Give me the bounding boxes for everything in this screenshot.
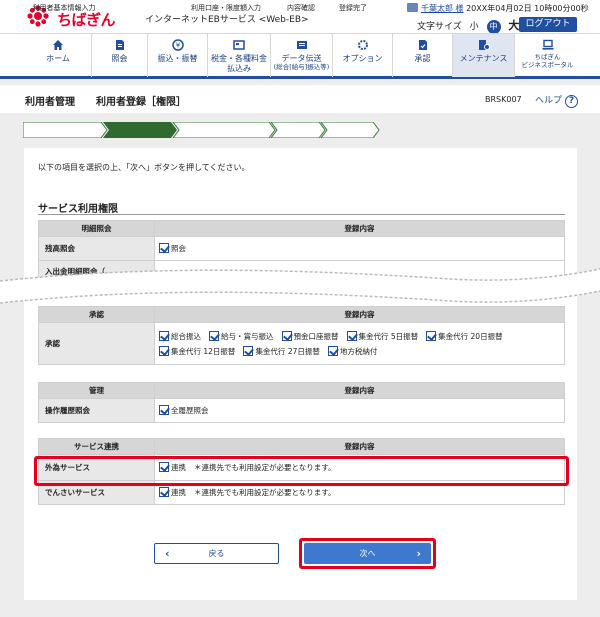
checkbox-icon xyxy=(159,405,169,415)
payment-icon xyxy=(233,40,245,50)
nav-business-portal[interactable]: ちばぎん ビジネスポータル xyxy=(514,34,580,77)
nav-approval[interactable]: 承認 xyxy=(392,34,452,77)
checkbox-icon xyxy=(159,243,169,253)
approval-permission-table: 承認 登録内容 承認 総合振込 給与・賞与振込 預金口座振替 集金代行 5日振替 集金代行… xyxy=(38,306,565,365)
help-icon: ? xyxy=(565,95,579,108)
nav-transfer[interactable]: ¥ 振込・振替 xyxy=(147,34,207,77)
forex-row-highlight xyxy=(34,456,569,486)
checkbox-icon xyxy=(243,345,254,356)
document-icon xyxy=(115,40,124,50)
checkbox-approval-item[interactable]: 集金代行 5日振替 xyxy=(346,329,418,344)
checkbox-approval-item[interactable]: 総合振込 xyxy=(159,329,201,344)
user-info: 千葉太郎 様 20XX年04月02日 10時00分00秒 xyxy=(407,3,589,14)
chevron-left-icon: ‹ xyxy=(165,547,170,560)
data-transfer-icon xyxy=(296,41,307,49)
back-button[interactable]: ‹ 戻る xyxy=(154,543,279,564)
step-permission-input: 利用者権限入力 xyxy=(117,4,167,12)
transfer-icon: ¥ xyxy=(171,39,184,51)
portal-icon xyxy=(542,39,553,50)
page-category: 利用者管理 xyxy=(25,97,75,108)
section-divider xyxy=(38,214,565,215)
table-header: 承認 xyxy=(38,306,155,323)
checkbox-icon xyxy=(426,330,437,341)
row-value: 照会 xyxy=(154,236,565,261)
font-size-switcher: 文字サイズ 小 中 大 xyxy=(417,17,519,34)
step-confirm: 内容確認 xyxy=(287,4,315,12)
step-account-limit: 利用口座・限度額入力 xyxy=(191,4,261,12)
approval-icon xyxy=(418,40,427,50)
next-button[interactable]: 次へ › xyxy=(304,543,431,564)
checkbox-densai-link[interactable]: 連携 xyxy=(159,485,186,500)
font-size-medium[interactable]: 中 xyxy=(486,20,501,34)
checkbox-icon xyxy=(209,330,219,341)
step-complete: 登録完了 xyxy=(339,4,367,12)
table-header: 管理 xyxy=(38,382,155,399)
nav-home[interactable]: ホーム xyxy=(25,34,91,77)
home-icon xyxy=(53,40,63,50)
option-icon xyxy=(357,40,368,50)
row-label: 操作履歴照会 xyxy=(38,398,155,423)
font-size-label: 文字サイズ xyxy=(417,22,462,32)
page-title: 利用者登録［権限］ xyxy=(96,97,186,108)
link-note: ＊連携先でも利用設定が必要となります。 xyxy=(194,488,336,497)
screen-code: BRSK007 xyxy=(485,95,522,104)
checkbox-approval-item[interactable]: 集金代行 20日振替 xyxy=(426,329,503,344)
checkbox-approval-item[interactable]: 給与・賞与振込 xyxy=(209,329,274,344)
main-card: 以下の項目を選択の上、「次へ」ボタンを押してください。 サービス利用権限 明細照… xyxy=(0,148,600,600)
maintenance-icon xyxy=(478,40,490,50)
row-label: 残高照会 xyxy=(38,236,155,261)
checkbox-approval-item[interactable]: 地方税納付 xyxy=(327,344,377,359)
table-header: 明細照会 xyxy=(38,220,155,237)
global-nav: ホーム 照会 ¥ 振込・振替 税金・各種料金 払込み データ伝送 (総合[給与]… xyxy=(0,33,600,79)
help-link[interactable]: ヘルプ? xyxy=(535,93,579,108)
checkbox-icon xyxy=(159,345,169,356)
checkbox-icon xyxy=(281,330,292,341)
checkbox-icon xyxy=(159,330,169,341)
nav-inquiry[interactable]: 照会 xyxy=(91,34,147,77)
checkbox-approval-item[interactable]: 集金代行 27日振替 xyxy=(243,344,320,359)
step-basic-info: 利用者基本情報入力 xyxy=(32,4,96,12)
checkbox-icon xyxy=(327,345,338,356)
nav-option[interactable]: オプション xyxy=(332,34,392,77)
checkbox-approval-item[interactable]: 集金代行 12日振替 xyxy=(159,344,235,359)
row-value: 総合振込 給与・賞与振込 預金口座振替 集金代行 5日振替 集金代行 20日振替 集金代… xyxy=(154,322,565,365)
nav-maintenance[interactable]: メンテナンス xyxy=(452,34,514,77)
checkbox-balance-inquiry[interactable]: 照会 xyxy=(159,241,186,256)
checkbox-icon xyxy=(346,330,357,341)
table-header: 登録内容 xyxy=(154,220,565,237)
step-indicator xyxy=(23,122,380,138)
font-size-small[interactable]: 小 xyxy=(470,19,479,32)
page-title-bar: 利用者管理 利用者登録［権限］ BRSK007 ヘルプ? xyxy=(0,85,600,113)
user-name[interactable]: 千葉太郎 様 xyxy=(421,4,464,13)
table-header: 登録内容 xyxy=(154,382,565,399)
instruction-text: 以下の項目を選択の上、「次へ」ボタンを押してください。 xyxy=(38,163,250,172)
nav-data-transfer[interactable]: データ伝送 (総合[給与]振込等) xyxy=(270,34,332,77)
row-label: 承認 xyxy=(38,322,155,365)
omission-break xyxy=(0,268,600,304)
chevron-right-icon: › xyxy=(416,547,421,560)
last-login: 20XX年04月02日 10時00分00秒 xyxy=(466,4,589,13)
logout-button[interactable]: ログアウト xyxy=(519,17,577,32)
row-value: 全履歴照会 xyxy=(154,398,565,423)
section-title: サービス利用権限 xyxy=(38,204,118,215)
checkbox-approval-item[interactable]: 預金口座振替 xyxy=(281,329,339,344)
checkbox-history-inquiry[interactable]: 全履歴照会 xyxy=(159,403,209,418)
table-header: サービス連携 xyxy=(38,438,155,455)
font-size-large[interactable]: 大 xyxy=(508,17,519,33)
management-permission-table: 管理 登録内容 操作履歴照会 全履歴照会 xyxy=(38,382,565,423)
svg-text:¥: ¥ xyxy=(175,42,180,50)
checkbox-icon xyxy=(159,487,169,497)
user-icon xyxy=(407,3,418,12)
nav-payment[interactable]: 税金・各種料金 払込み xyxy=(207,34,270,77)
table-header: 登録内容 xyxy=(154,438,565,455)
table-header: 登録内容 xyxy=(154,306,565,323)
